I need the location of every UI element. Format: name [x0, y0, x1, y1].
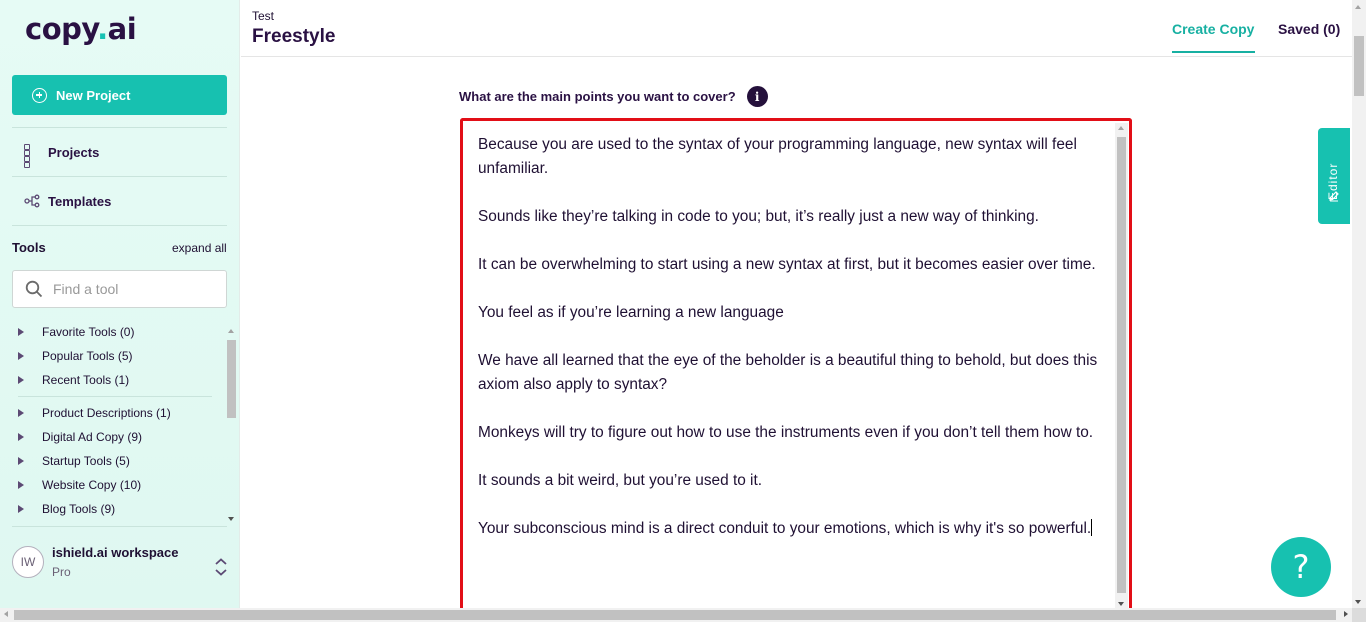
text-caret [1091, 519, 1093, 536]
divider [12, 225, 227, 226]
caret-right-icon [18, 505, 24, 513]
tool-group-startup-tools[interactable]: Startup Tools (5) [12, 449, 224, 473]
new-project-button[interactable]: New Project [12, 75, 227, 115]
tool-group-digital-ad-copy[interactable]: Digital Ad Copy (9) [12, 425, 224, 449]
find-tool-search[interactable] [12, 270, 227, 308]
scroll-down-icon[interactable] [1118, 602, 1124, 606]
top-header: Test Freestyle Create Copy Saved (0) [241, 0, 1352, 57]
info-icon[interactable]: i [746, 86, 768, 107]
caret-right-icon [18, 328, 24, 336]
divider [12, 176, 227, 177]
caret-right-icon [18, 376, 24, 384]
page-scrollbar[interactable] [1352, 0, 1366, 608]
paragraph: We have all learned that the eye of the … [478, 352, 1098, 393]
divider [12, 127, 227, 128]
scroll-up-icon[interactable] [1355, 5, 1361, 9]
expand-all-link[interactable]: expand all [172, 241, 227, 255]
textarea-scrollbar[interactable] [1115, 123, 1128, 609]
tab-saved[interactable]: Saved (0) [1278, 21, 1340, 37]
scroll-thumb[interactable] [227, 340, 236, 418]
main-points-question: What are the main points you want to cov… [459, 86, 768, 107]
logo-text-tail: ai [107, 12, 137, 46]
workspace-plan: Pro [52, 565, 71, 579]
workspace-name: ishield.ai workspace [52, 545, 179, 560]
tools-heading: Tools [12, 240, 46, 255]
scroll-right-icon[interactable] [1344, 611, 1348, 617]
copyai-logo[interactable]: copy.ai [25, 12, 137, 46]
paragraph: It sounds a bit weird, but you’re used t… [478, 472, 763, 489]
search-icon [25, 280, 43, 298]
avatar: IW [12, 546, 44, 578]
scroll-left-icon[interactable] [4, 611, 8, 617]
paragraph: Your subconscious mind is a direct condu… [478, 520, 1092, 537]
templates-icon [24, 193, 40, 209]
tool-list-scrollbar[interactable] [226, 326, 237, 524]
tool-group-recent[interactable]: Recent Tools (1) [12, 368, 224, 392]
scrollbar-corner [1352, 608, 1366, 622]
new-project-label: New Project [56, 87, 131, 103]
scroll-thumb[interactable] [1354, 36, 1364, 96]
paragraph: Because you are used to the syntax of yo… [478, 136, 1077, 177]
caret-right-icon [18, 409, 24, 417]
tool-group-popular[interactable]: Popular Tools (5) [12, 344, 224, 368]
tab-create-copy[interactable]: Create Copy [1172, 21, 1255, 53]
breadcrumb[interactable]: Test [252, 9, 274, 23]
paragraph: It can be overwhelming to start using a … [478, 256, 1096, 273]
paragraph: You feel as if you’re learning a new lan… [478, 304, 784, 321]
caret-right-icon [18, 352, 24, 360]
sidebar-item-label: Projects [48, 144, 100, 160]
logo-text-main: copy [25, 12, 98, 46]
editor-label: Editor [1326, 162, 1340, 200]
tool-group-website-copy[interactable]: Website Copy (10) [12, 473, 224, 497]
paragraph: Monkeys will try to figure out how to us… [478, 424, 1094, 441]
help-button[interactable]: ? [1271, 537, 1331, 597]
tool-group-label: Startup Tools (5) [42, 454, 130, 468]
tool-group-blog-tools[interactable]: Blog Tools (9) [12, 497, 224, 521]
question-label: What are the main points you want to cov… [459, 89, 736, 104]
last-paragraph: Your subconscious mind is a direct condu… [478, 517, 1098, 541]
grid-icon [24, 144, 40, 168]
logo-dot: . [97, 12, 108, 46]
caret-right-icon [18, 457, 24, 465]
sidebar-item-projects[interactable]: Projects [24, 144, 100, 168]
find-tool-input[interactable] [53, 281, 213, 297]
tool-group-label: Recent Tools (1) [42, 373, 130, 387]
tool-group-label: Favorite Tools (0) [42, 325, 135, 339]
paragraph: Sounds like they’re talking in code to y… [478, 208, 1039, 225]
page-title: Freestyle [252, 26, 336, 47]
tool-group-label: Website Copy (10) [42, 478, 142, 492]
tool-group-label: Popular Tools (5) [42, 349, 133, 363]
tool-group-product-descriptions[interactable]: Product Descriptions (1) [12, 401, 224, 425]
plus-circle-icon [32, 87, 47, 103]
sidebar: copy.ai New Project Projects Templates T… [0, 0, 240, 608]
sidebar-item-templates[interactable]: Templates [24, 193, 111, 209]
horizontal-scrollbar[interactable] [0, 608, 1352, 622]
main-points-textarea[interactable]: Because you are used to the syntax of yo… [460, 118, 1132, 622]
sidebar-item-label: Templates [48, 193, 112, 209]
scroll-thumb[interactable] [14, 610, 1336, 620]
tool-group-favorite[interactable]: Favorite Tools (0) [12, 320, 224, 344]
textarea-content[interactable]: Because you are used to the syntax of yo… [478, 133, 1098, 565]
divider [12, 526, 227, 527]
chevron-up-down-icon[interactable] [213, 557, 229, 577]
caret-right-icon [18, 433, 24, 441]
tool-group-label: Digital Ad Copy (9) [42, 430, 143, 444]
tool-list: Favorite Tools (0) Popular Tools (5) Rec… [12, 320, 224, 525]
scroll-down-icon[interactable] [1355, 600, 1361, 604]
tool-group-label: Blog Tools (9) [42, 502, 116, 516]
editor-panel-toggle[interactable]: Editor [1318, 128, 1350, 224]
scroll-up-icon[interactable] [1118, 126, 1124, 130]
workspace-switcher[interactable]: IW ishield.ai workspace Pro [12, 545, 178, 579]
divider [18, 396, 212, 397]
tool-group-label: Product Descriptions (1) [42, 406, 171, 420]
scroll-up-icon[interactable] [228, 329, 234, 333]
scroll-thumb[interactable] [1117, 137, 1126, 593]
caret-right-icon [18, 481, 24, 489]
scroll-down-icon[interactable] [228, 517, 234, 521]
